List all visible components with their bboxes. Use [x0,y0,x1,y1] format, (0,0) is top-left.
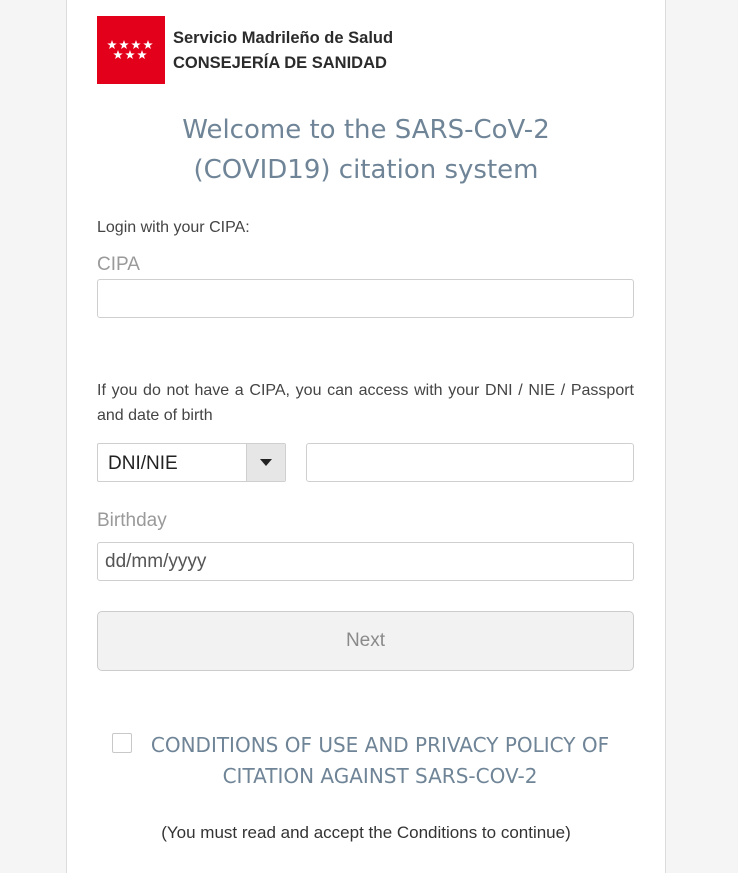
dropdown-toggle[interactable] [246,444,285,481]
madrid-stars-logo-icon [97,16,165,84]
cipa-intro-text: Login with your CIPA: [97,219,250,236]
document-type-select[interactable]: DNI/NIE [97,443,286,482]
next-button[interactable]: Next [97,611,634,671]
org-department: CONSEJERÍA DE SANIDAD [173,54,387,72]
conditions-checkbox[interactable] [112,733,132,753]
conditions-note: (You must read and accept the Conditions… [161,823,571,842]
caret-down-icon [260,459,272,466]
cipa-field-label: CIPA [97,254,140,275]
birthday-input[interactable] [97,542,634,581]
birthday-field-label: Birthday [97,510,167,531]
org-name: Servicio Madrileño de Salud [173,29,394,47]
conditions-link-line-1: CONDITIONS OF USE AND PRIVACY POLICY OF [150,733,610,757]
login-page: Servicio Madrileño de Salud CONSEJERÍA D… [66,0,666,873]
cipa-input[interactable] [97,279,634,318]
welcome-title-line-2: (COVID19) citation system [193,155,539,185]
welcome-title: Welcome to the SARS-CoV-2 (COVID19) cita… [87,110,645,190]
document-number-input[interactable] [306,443,634,482]
header: Servicio Madrileño de Salud CONSEJERÍA D… [97,16,427,84]
conditions-link[interactable]: CONDITIONS OF USE AND PRIVACY POLICY OF … [137,730,623,792]
welcome-title-line-1: Welcome to the SARS-CoV-2 [182,115,550,145]
alternative-access-text: If you do not have a CIPA, you can acces… [97,382,634,424]
document-type-selected-value: DNI/NIE [108,453,178,474]
conditions-link-line-2: CITATION AGAINST SARS-COV-2 [222,764,538,788]
